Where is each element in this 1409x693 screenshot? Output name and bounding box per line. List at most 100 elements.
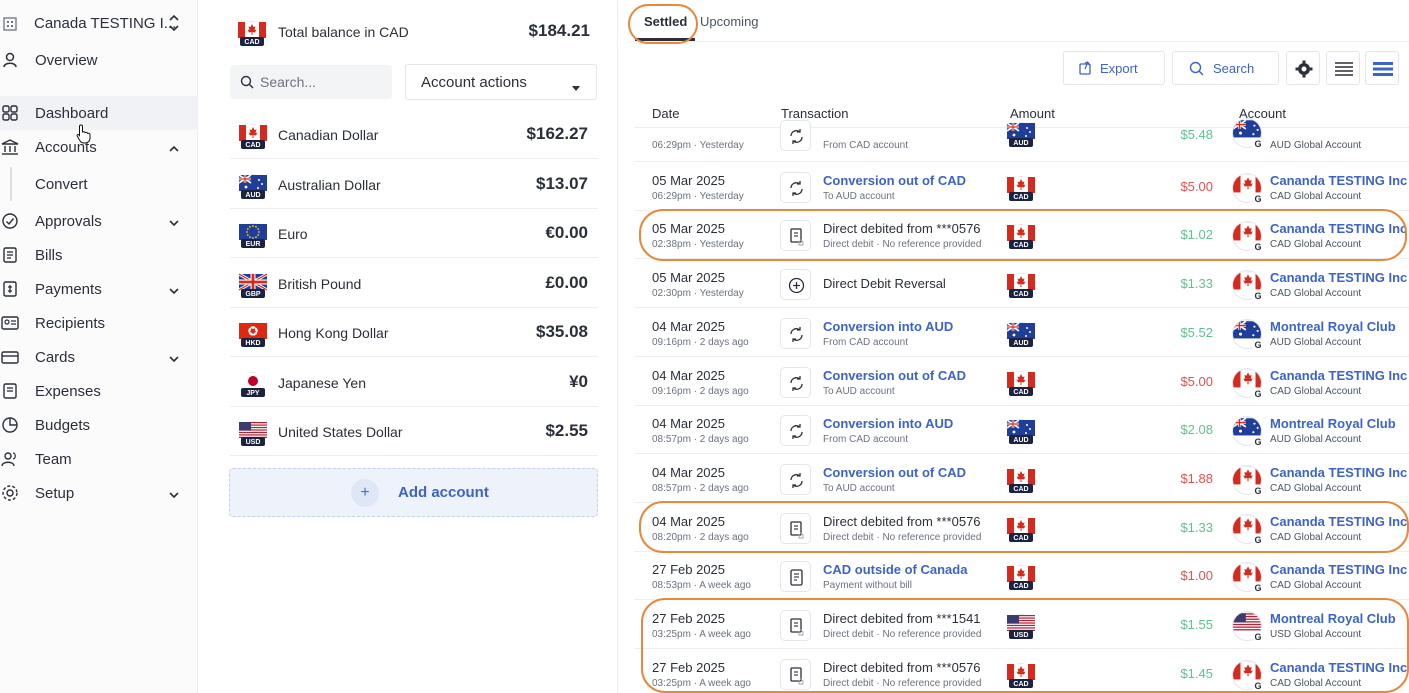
flag-cad-round-icon: G	[1232, 367, 1264, 403]
chevron-up-icon	[168, 140, 180, 158]
sidebar-item-recipients[interactable]: Recipients	[0, 306, 198, 340]
flag-aud-round-icon: G	[1232, 318, 1264, 354]
transaction-title: Direct Debit Reversal	[823, 276, 946, 292]
search-button[interactable]: Search	[1172, 51, 1279, 85]
account-link[interactable]: Cananda TESTING Inc	[1270, 465, 1407, 480]
sidebar-item-convert[interactable]: Convert	[0, 167, 198, 201]
flag-eur-icon: EUR	[239, 220, 267, 248]
settings-button[interactable]	[1286, 51, 1320, 85]
account-actions-label: Account actions	[421, 74, 527, 91]
sidebar-item-team[interactable]: Team	[0, 442, 198, 476]
transaction-row[interactable]: 04 Mar 2025 09:16pm · 2 days ago Convers…	[635, 308, 1409, 357]
svg-text:AUD: AUD	[1013, 140, 1028, 147]
account-search-input[interactable]: Search...	[230, 65, 392, 99]
compact-view-button[interactable]	[1326, 51, 1360, 85]
highlight-annotation	[628, 4, 698, 44]
comfortable-view-button[interactable]	[1365, 51, 1399, 85]
export-label: Export	[1100, 61, 1138, 76]
tabs-divider	[629, 41, 1409, 42]
transaction-title[interactable]: Conversion out of CAD	[823, 173, 966, 188]
transaction-time: 08:57pm · 2 days ago	[652, 482, 749, 494]
pie-chart-icon	[1, 416, 19, 434]
account-link[interactable]: Cananda TESTING Inc	[1270, 173, 1407, 188]
sidebar-item-bills[interactable]: Bills	[0, 238, 198, 272]
transaction-title[interactable]: CAD outside of Canada	[823, 562, 967, 577]
transaction-title[interactable]: Conversion out of CAD	[823, 465, 966, 480]
transaction-date: 04 Mar 2025	[652, 464, 725, 480]
transaction-row[interactable]: 05 Mar 2025 06:29pm · Yesterday Conversi…	[635, 162, 1409, 211]
account-row-gbp[interactable]: GBP British Pound £0.00	[230, 259, 598, 308]
sidebar-item-accounts[interactable]: Accounts	[0, 130, 198, 164]
account-actions-dropdown[interactable]: Account actions	[405, 64, 597, 100]
search-label: Search	[1213, 61, 1255, 76]
account-row-hkd[interactable]: HKD Hong Kong Dollar $35.08	[230, 308, 598, 357]
transaction-amount: $5.48	[1180, 127, 1213, 142]
account-name: Hong Kong Dollar	[278, 325, 389, 341]
org-switcher[interactable]: Canada TESTING I...	[0, 6, 198, 40]
transaction-row[interactable]: 04 Mar 2025 08:57pm · 2 days ago Convers…	[635, 405, 1409, 455]
flag-cad-icon: CAD	[1007, 270, 1035, 303]
transaction-row[interactable]: 04 Mar 2025 09:16pm · 2 days ago Convers…	[635, 357, 1409, 406]
transaction-subtitle: To AUD account	[823, 190, 895, 202]
transaction-time: 08:57pm · 2 days ago	[652, 434, 749, 446]
flag-aud-round-icon: G	[1232, 118, 1264, 153]
transaction-row[interactable]: 27 Feb 2025 08:53pm · A week ago CAD out…	[635, 551, 1409, 601]
bill-icon	[780, 561, 811, 593]
account-row-cad[interactable]: CAD Canadian Dollar $162.27	[230, 110, 598, 159]
account-type: AUD Global Account	[1270, 434, 1362, 446]
flag-cad-icon: CAD	[1007, 368, 1035, 401]
total-balance-value: $184.21	[528, 21, 590, 40]
search-icon	[1189, 61, 1204, 76]
sidebar-item-expenses[interactable]: Expenses	[0, 374, 198, 408]
transaction-amount: $5.00	[1180, 178, 1213, 194]
sidebar-item-dashboard[interactable]: Dashboard	[0, 96, 198, 130]
sidebar-item-cards[interactable]: Cards	[0, 340, 198, 374]
account-link[interactable]: Cananda TESTING Inc	[1270, 368, 1407, 383]
account-link[interactable]: Cananda TESTING Inc	[1270, 562, 1407, 577]
account-row-usd[interactable]: USD United States Dollar $2.55	[230, 407, 598, 456]
export-button[interactable]: Export	[1063, 51, 1165, 85]
transaction-title[interactable]: Conversion into AUD	[823, 416, 953, 431]
chevron-down-icon	[168, 350, 180, 368]
sidebar-item-budgets[interactable]: Budgets	[0, 408, 198, 442]
transaction-date: 05 Mar 2025	[652, 172, 725, 188]
add-account-button[interactable]: + Add account	[229, 468, 598, 517]
transactions-panel: Settled Upcoming Export Search Date Tran…	[619, 0, 1409, 693]
total-balance-label: Total balance in CAD	[278, 24, 409, 40]
account-type: CAD Global Account	[1270, 385, 1362, 397]
receipt-icon	[1, 382, 19, 400]
account-name: Canadian Dollar	[278, 127, 379, 143]
chevron-down-icon	[168, 486, 180, 504]
svg-text:AUD: AUD	[1013, 340, 1028, 347]
account-row-eur[interactable]: EUR Euro €0.00	[230, 209, 598, 258]
transaction-row[interactable]: 04 Mar 2025 08:57pm · 2 days ago Convers…	[635, 454, 1409, 503]
sidebar-item-payments[interactable]: Payments	[0, 272, 198, 306]
transaction-amount: $1.33	[1180, 276, 1213, 292]
caret-down-icon	[572, 78, 580, 96]
sidebar-item-setup[interactable]: Setup	[0, 476, 198, 510]
sidebar-item-approvals[interactable]: Approvals	[0, 204, 198, 238]
flag-cad-round-icon: G	[1232, 270, 1264, 305]
account-link[interactable]: Cananda TESTING Inc	[1270, 270, 1407, 285]
search-placeholder: Search...	[260, 74, 317, 90]
sidebar-item-label: Expenses	[35, 382, 101, 400]
transaction-row[interactable]: 06:29pm · Yesterday From CAD account AUD…	[635, 115, 1409, 162]
bill-icon	[1, 246, 19, 264]
conversion-icon	[780, 171, 811, 203]
account-row-aud[interactable]: AUD Australian Dollar $13.07	[230, 160, 598, 209]
sidebar-item-overview[interactable]: Overview	[0, 43, 198, 77]
svg-text:CAD: CAD	[1013, 389, 1028, 396]
account-link[interactable]: Montreal Royal Club	[1270, 319, 1396, 334]
transaction-title[interactable]: Conversion out of CAD	[823, 368, 966, 383]
transaction-subtitle: Payment without bill	[823, 580, 912, 592]
transaction-title[interactable]: Conversion into AUD	[823, 319, 953, 334]
transaction-date: 27 Feb 2025	[652, 562, 726, 578]
account-balance: $2.55	[545, 421, 588, 440]
org-name: Canada TESTING I...	[34, 14, 177, 32]
tab-upcoming[interactable]: Upcoming	[700, 14, 759, 29]
payment-icon	[1, 280, 19, 298]
account-row-jpy[interactable]: JPY Japanese Yen ¥0	[230, 358, 598, 407]
account-link[interactable]: Montreal Royal Club	[1270, 416, 1396, 431]
transaction-row[interactable]: 05 Mar 2025 02:30pm · Yesterday Direct D…	[635, 259, 1409, 309]
list-icon	[1335, 62, 1353, 76]
